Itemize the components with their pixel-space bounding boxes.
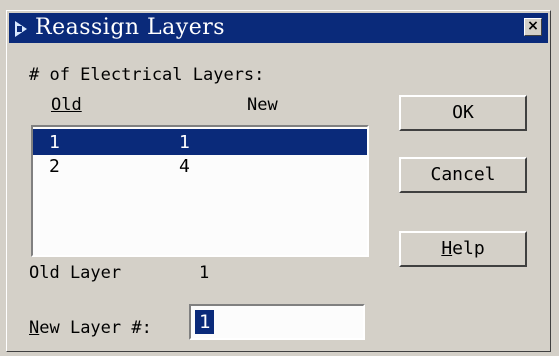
cancel-button[interactable]: Cancel	[399, 157, 527, 193]
ok-button[interactable]: OK	[399, 95, 527, 131]
help-button[interactable]: Help	[399, 231, 527, 267]
app-icon	[15, 21, 27, 37]
list-item[interactable]: 1 1	[33, 129, 367, 155]
reassign-layers-dialog: Reassign Layers × # of Electrical Layers…	[6, 10, 551, 352]
new-layer-label-text: ew Layer #:	[39, 318, 152, 338]
old-layer-value: 1	[199, 263, 210, 283]
help-mnemonic: H	[441, 238, 453, 259]
new-layer-input-value: 1	[195, 310, 215, 334]
new-layer-label: New Layer #:	[29, 318, 152, 338]
old-layer-label: Old Layer	[29, 263, 122, 283]
list-item-new: 1	[179, 132, 190, 153]
close-button[interactable]: ×	[524, 18, 542, 36]
list-item-new: 4	[179, 156, 190, 177]
help-label-text: elp	[452, 238, 485, 259]
dialog-title: Reassign Layers	[35, 15, 226, 40]
column-header-new: New	[247, 95, 278, 115]
list-item[interactable]: 2 4	[33, 153, 367, 179]
electrical-layers-heading: # of Electrical Layers:	[29, 65, 265, 85]
list-item-old: 1	[49, 132, 60, 153]
new-layer-mnemonic: N	[29, 318, 40, 338]
layers-listbox[interactable]: 1 1 2 4	[31, 125, 369, 257]
column-header-old: Old	[51, 95, 82, 115]
new-layer-input[interactable]: 1	[189, 304, 365, 340]
column-header-old-text: Old	[51, 95, 82, 115]
list-item-old: 2	[49, 156, 60, 177]
title-bar[interactable]: Reassign Layers ×	[9, 13, 548, 43]
